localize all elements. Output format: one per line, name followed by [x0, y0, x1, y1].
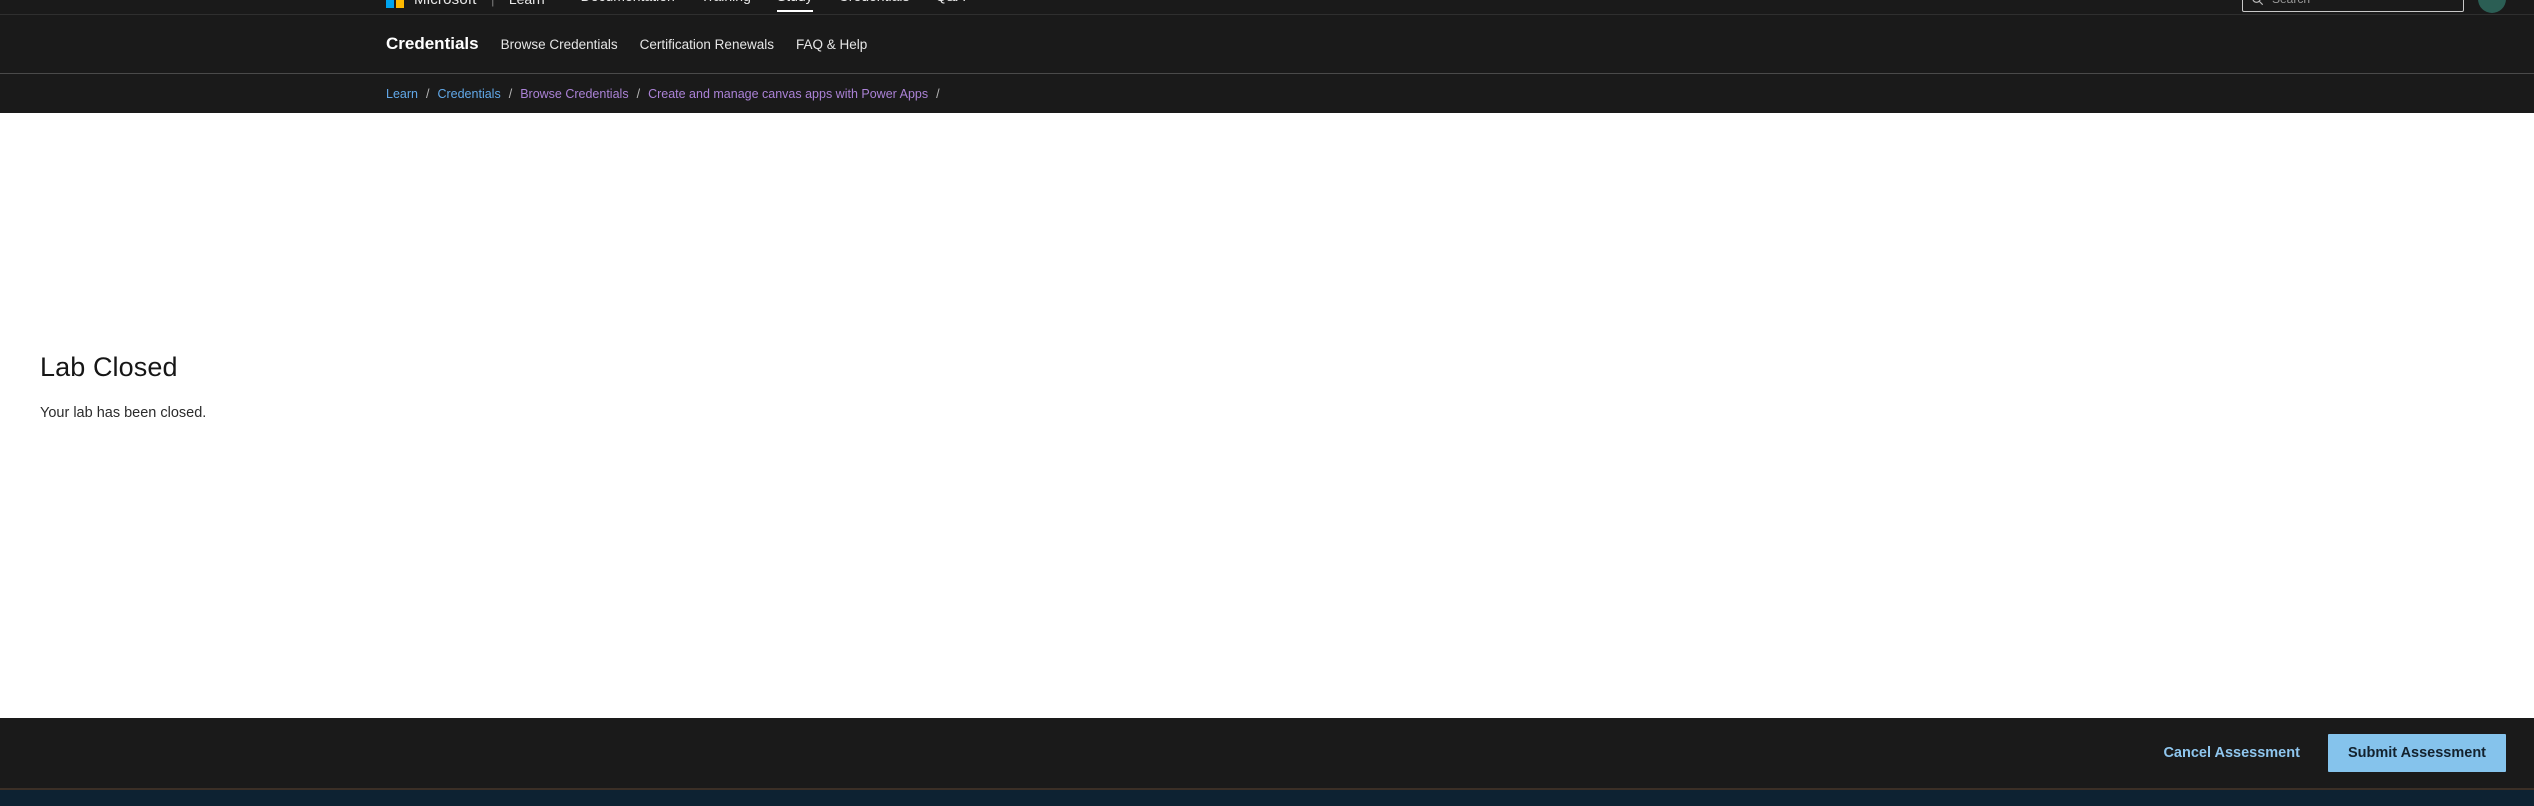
global-nav-item-training[interactable]: Training: [701, 0, 751, 10]
breadcrumb-item-credentials[interactable]: Credentials: [437, 87, 500, 101]
product-nav-certification-renewals[interactable]: Certification Renewals: [640, 37, 774, 52]
product-nav-faq-help[interactable]: FAQ & Help: [796, 37, 867, 52]
search-icon: [2252, 0, 2264, 5]
page-title: Lab Closed: [40, 352, 178, 382]
breadcrumb-separator: /: [508, 86, 513, 101]
breadcrumb-separator: /: [636, 86, 641, 101]
breadcrumb-item-canvas-apps[interactable]: Create and manage canvas apps with Power…: [648, 87, 928, 101]
footer-action-bar: Cancel Assessment Submit Assessment: [0, 718, 2534, 788]
global-header-bar: Microsoft | Learn Documentation Training…: [0, 0, 2534, 14]
global-nav-item-documentation[interactable]: Documentation: [581, 0, 675, 10]
global-nav-item-credentials[interactable]: Credentials: [839, 0, 910, 10]
product-title[interactable]: Credentials: [386, 34, 479, 54]
search-input[interactable]: [2270, 0, 2455, 7]
microsoft-wordmark: Microsoft: [414, 0, 477, 8]
product-nav-inner: Credentials Browse Credentials Certifica…: [0, 34, 867, 54]
global-nav: Documentation Training Study Credentials…: [581, 0, 966, 12]
bottom-strip: [0, 790, 2534, 806]
breadcrumb-item-learn[interactable]: Learn: [386, 87, 418, 101]
lab-status-message: Your lab has been closed.: [40, 405, 207, 421]
product-nav-bar: Credentials Browse Credentials Certifica…: [0, 14, 2534, 73]
breadcrumb-item-browse-credentials[interactable]: Browse Credentials: [520, 87, 628, 101]
search-box[interactable]: [2242, 0, 2464, 12]
header-divider: |: [487, 0, 499, 8]
breadcrumb-bar: Learn / Credentials / Browse Credentials…: [0, 73, 2534, 113]
cancel-assessment-button[interactable]: Cancel Assessment: [2157, 735, 2305, 771]
microsoft-logo[interactable]: [386, 0, 404, 8]
page-root: Microsoft | Learn Documentation Training…: [0, 0, 2534, 806]
global-nav-item-qa[interactable]: Q&A: [936, 0, 966, 10]
global-header-left: Microsoft | Learn Documentation Training…: [386, 0, 965, 14]
submit-assessment-button[interactable]: Submit Assessment: [2327, 734, 2506, 772]
breadcrumb: Learn / Credentials / Browse Credentials…: [0, 87, 940, 101]
product-nav-browse-credentials[interactable]: Browse Credentials: [501, 37, 618, 52]
breadcrumb-separator-trailing: /: [936, 86, 940, 101]
avatar[interactable]: [2478, 0, 2506, 13]
global-header-right: [2242, 0, 2506, 14]
main-content: Lab Closed Your lab has been closed.: [0, 113, 2534, 718]
breadcrumb-separator: /: [425, 86, 430, 101]
learn-home-link[interactable]: Learn: [509, 0, 545, 7]
global-nav-item-study[interactable]: Study: [776, 0, 813, 12]
